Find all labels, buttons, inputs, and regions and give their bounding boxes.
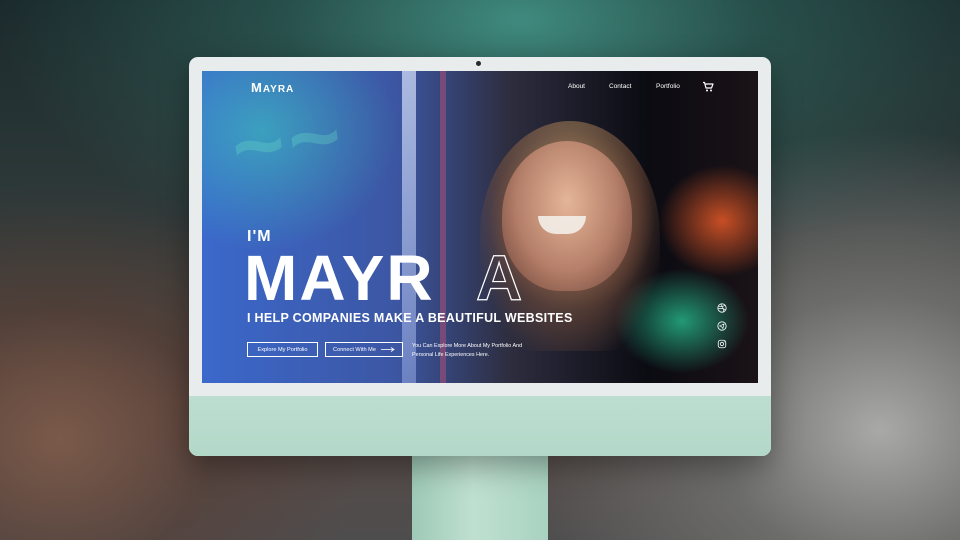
neon-light-stripe bbox=[402, 71, 416, 383]
dribbble-icon[interactable] bbox=[717, 303, 727, 313]
hero-name: MAYR A bbox=[244, 242, 544, 314]
telegram-icon[interactable] bbox=[717, 321, 727, 331]
neon-light-stripe-pink bbox=[440, 71, 446, 383]
explore-portfolio-label: Explore My Portfolio bbox=[257, 346, 308, 353]
website-screen: ~~ MAYRA About Contact Portfolio I'M MAY… bbox=[202, 71, 758, 383]
monitor-stand bbox=[412, 456, 548, 540]
camera bbox=[476, 61, 481, 66]
nav-item-contact[interactable]: Contact bbox=[609, 83, 631, 90]
hero-description-line2: Personal Life Experiences Here. bbox=[412, 352, 490, 358]
hero-tagline: I HELP COMPANIES MAKE A BEAUTIFUL WEBSIT… bbox=[247, 311, 573, 325]
hero-description: You Can Explore More About My Portfolio … bbox=[412, 342, 552, 360]
hero-description-line1: You Can Explore More About My Portfolio … bbox=[412, 343, 523, 349]
arrow-right-icon bbox=[380, 347, 395, 352]
connect-label: Connect With Me bbox=[333, 346, 376, 353]
hero-name-solid: MAYR bbox=[244, 242, 435, 314]
monitor-chin bbox=[189, 396, 771, 456]
logo-initial: M bbox=[251, 80, 263, 95]
hero-name-outline: A bbox=[475, 242, 525, 314]
cart-icon[interactable] bbox=[702, 81, 714, 93]
logo-rest: AYRA bbox=[262, 84, 295, 95]
neon-sign-background: ~~ bbox=[225, 84, 352, 200]
connect-button[interactable]: Connect With Me bbox=[325, 342, 403, 357]
site-logo[interactable]: MAYRA bbox=[251, 80, 294, 95]
explore-portfolio-button[interactable]: Explore My Portfolio bbox=[247, 342, 318, 357]
instagram-icon[interactable] bbox=[717, 339, 727, 349]
monitor: ~~ MAYRA About Contact Portfolio I'M MAY… bbox=[189, 57, 771, 456]
nav-item-portfolio[interactable]: Portfolio bbox=[656, 83, 680, 90]
nav-item-about[interactable]: About bbox=[568, 83, 585, 90]
